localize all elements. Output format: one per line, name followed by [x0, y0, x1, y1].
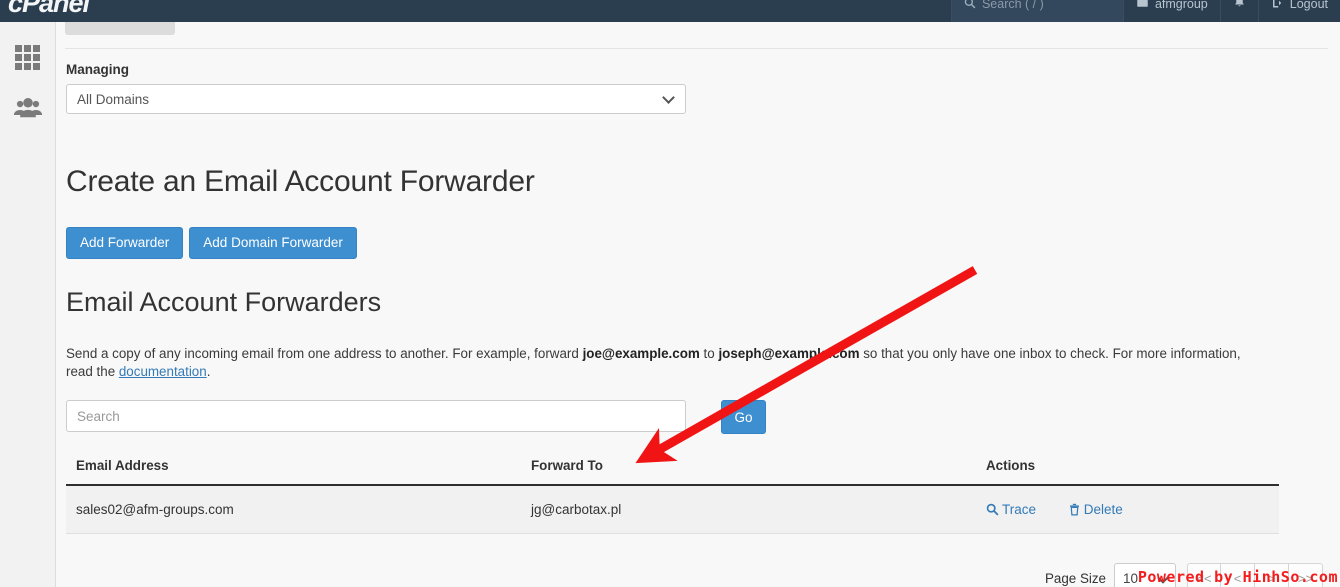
- section-description: Send a copy of any incoming email from o…: [66, 345, 1271, 381]
- managing-domain-select[interactable]: All Domains: [66, 84, 686, 114]
- grid-icon: [14, 45, 41, 71]
- search-icon: [964, 0, 976, 11]
- user-menu[interactable]: afmgroup: [1122, 0, 1220, 22]
- add-domain-forwarder-button[interactable]: Add Domain Forwarder: [189, 227, 357, 259]
- navbar-right-group: Search ( / ) afmgroup Logout: [950, 0, 1340, 22]
- table-row: sales02@afm-groups.com jg@carbotax.pl Tr…: [66, 485, 1279, 534]
- column-header-forward-to[interactable]: Forward To: [521, 454, 976, 486]
- forwarders-table: Email Address Forward To Actions sales02…: [66, 454, 1279, 534]
- search-row: Go: [66, 400, 766, 434]
- delete-label: Delete: [1083, 502, 1123, 517]
- search-go-button[interactable]: Go: [721, 400, 766, 434]
- breadcrumb: [65, 22, 175, 35]
- page-size-label: Page Size: [1044, 570, 1106, 586]
- content-divider: [65, 48, 1328, 49]
- table-header-row: Email Address Forward To Actions: [66, 454, 1279, 486]
- notifications-button[interactable]: [1219, 0, 1258, 22]
- top-navbar: cPanel Search ( / ) afmgroup Logout: [0, 0, 1340, 22]
- logout-icon: [1271, 0, 1284, 11]
- column-header-actions: Actions: [976, 454, 1279, 486]
- user-icon: [1136, 0, 1149, 11]
- watermark: Powered by HinhSo.com: [1137, 568, 1338, 586]
- delete-action[interactable]: Delete: [1068, 502, 1123, 517]
- sidebar-item-user-manager[interactable]: [0, 84, 55, 136]
- documentation-link[interactable]: documentation: [119, 364, 207, 379]
- create-buttons-row: Add Forwarder Add Domain Forwarder: [66, 227, 357, 259]
- main-content: Managing All Domains Create an Email Acc…: [55, 22, 1340, 587]
- trace-label: Trace: [1002, 502, 1037, 517]
- cell-forward-to: jg@carbotax.pl: [521, 485, 976, 534]
- desc-part-2: to: [699, 346, 719, 362]
- page-title: Create an Email Account Forwarder: [66, 165, 535, 198]
- bell-icon: [1233, 0, 1246, 12]
- magnifier-icon: [986, 502, 1002, 517]
- left-sidebar: [0, 22, 56, 587]
- global-search-placeholder: Search ( / ): [981, 0, 1044, 11]
- sidebar-item-apps[interactable]: [0, 32, 55, 84]
- desc-email-to: joseph@example.com: [718, 346, 860, 362]
- trash-icon: [1068, 502, 1084, 517]
- users-group-icon: [13, 96, 43, 125]
- logout-button[interactable]: Logout: [1257, 0, 1340, 22]
- desc-email-from: joe@example.com: [582, 346, 700, 362]
- section-title: Email Account Forwarders: [66, 287, 382, 317]
- add-forwarder-button[interactable]: Add Forwarder: [66, 227, 184, 259]
- cpanel-logo[interactable]: cPanel: [8, 0, 90, 20]
- trace-action[interactable]: Trace: [986, 502, 1036, 517]
- managing-label: Managing: [66, 62, 129, 77]
- column-header-email-address[interactable]: Email Address: [66, 454, 521, 486]
- global-search[interactable]: Search ( / ): [950, 0, 1123, 22]
- user-menu-label: afmgroup: [1154, 0, 1208, 11]
- desc-part-4: .: [206, 364, 211, 380]
- logout-label: Logout: [1289, 0, 1328, 11]
- cell-actions: Trace Delete: [976, 485, 1279, 534]
- search-input[interactable]: [66, 400, 686, 432]
- desc-part-1: Send a copy of any incoming email from o…: [66, 346, 583, 362]
- cell-email-address: sales02@afm-groups.com: [66, 485, 521, 534]
